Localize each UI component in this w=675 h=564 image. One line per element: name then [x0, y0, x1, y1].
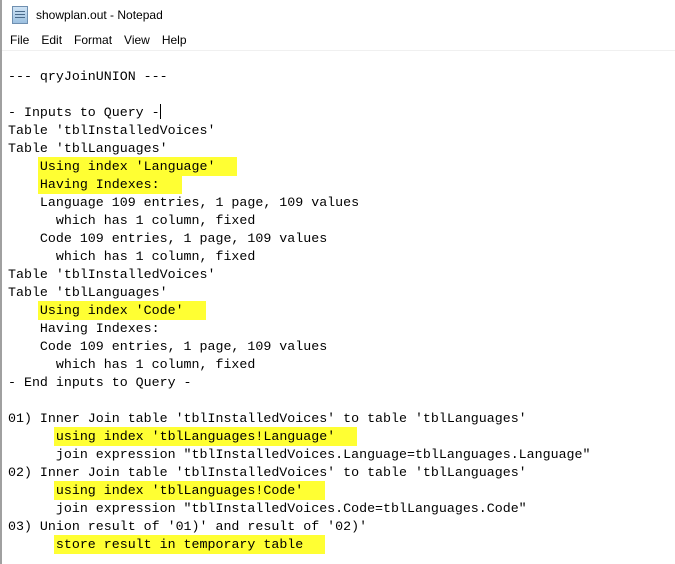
text-caret [159, 104, 161, 119]
line-text: Language 109 entries, 1 page, 109 values [8, 195, 360, 210]
text-line: - Inputs to Query - [8, 104, 675, 122]
text-line: Table 'tblInstalledVoices' [8, 122, 675, 140]
text-line: join expression "tblInstalledVoices.Code… [8, 500, 675, 518]
text-line: Code 109 entries, 1 page, 109 values [8, 230, 675, 248]
line-text: Table 'tblLanguages' [8, 141, 168, 156]
title-bar: showplan.out - Notepad [2, 0, 675, 30]
menu-format[interactable]: Format [74, 33, 112, 47]
line-text: which has 1 column, fixed [8, 213, 256, 228]
text-line: which has 1 column, fixed [8, 212, 675, 230]
text-line: Code 109 entries, 1 page, 109 values [8, 338, 675, 356]
menu-view[interactable]: View [124, 33, 150, 47]
text-line: --- qryJoinUNION --- [8, 68, 675, 86]
text-line: join expression "tblInstalledVoices.Lang… [8, 446, 675, 464]
text-line [8, 392, 675, 410]
text-line: Table 'tblInstalledVoices' [8, 266, 675, 284]
line-text: 02) Inner Join table 'tblInstalledVoices… [8, 465, 527, 480]
text-line: 01) Inner Join table 'tblInstalledVoices… [8, 410, 675, 428]
line-text: 03) Union result of '01)' and result of … [8, 519, 368, 534]
notepad-icon [12, 6, 28, 24]
line-text: 01) Inner Join table 'tblInstalledVoices… [8, 411, 527, 426]
text-line: - End inputs to Query - [8, 374, 675, 392]
line-text: - Inputs to Query - [8, 105, 160, 120]
line-text: Table 'tblInstalledVoices' [8, 123, 216, 138]
highlighted-text: Using index 'Language' [37, 157, 238, 176]
window-title: showplan.out - Notepad [36, 8, 163, 22]
text-line: Table 'tblLanguages' [8, 284, 675, 302]
line-text: Having Indexes: [8, 321, 160, 336]
text-line: 02) Inner Join table 'tblInstalledVoices… [8, 464, 675, 482]
notepad-window: showplan.out - Notepad File Edit Format … [0, 0, 675, 564]
text-editor[interactable]: --- qryJoinUNION --- - Inputs to Query - T… [8, 50, 675, 564]
text-line: Using index 'Code' [8, 301, 675, 320]
line-text: Table 'tblInstalledVoices' [8, 267, 216, 282]
text-line: which has 1 column, fixed [8, 356, 675, 374]
text-line: 03) Union result of '01)' and result of … [8, 518, 675, 536]
menu-help[interactable]: Help [162, 33, 187, 47]
text-line: which has 1 column, fixed [8, 248, 675, 266]
text-line: using index 'tblLanguages!Language' [8, 427, 675, 446]
highlighted-text: Having Indexes: [37, 175, 182, 194]
line-text: - End inputs to Query - [8, 375, 192, 390]
text-line: Table 'tblLanguages' [8, 140, 675, 158]
line-text: --- qryJoinUNION --- [8, 69, 168, 84]
text-line: Having Indexes: [8, 320, 675, 338]
text-line: using index 'tblLanguages!Code' [8, 481, 675, 500]
line-text: join expression "tblInstalledVoices.Lang… [8, 447, 591, 462]
menu-bar: File Edit Format View Help [2, 30, 675, 51]
menu-file[interactable]: File [10, 33, 29, 47]
line-text: Code 109 entries, 1 page, 109 values [8, 339, 328, 354]
line-text: join expression "tblInstalledVoices.Code… [8, 501, 527, 516]
text-line: Using index 'Language' [8, 157, 675, 176]
line-text: Code 109 entries, 1 page, 109 values [8, 231, 328, 246]
text-line: Having Indexes: [8, 175, 675, 194]
highlighted-text: using index 'tblLanguages!Language' [53, 427, 358, 446]
line-text: Table 'tblLanguages' [8, 285, 168, 300]
highlighted-text: store result in temporary table [53, 535, 326, 554]
menu-edit[interactable]: Edit [41, 33, 62, 47]
highlighted-text: Using index 'Code' [37, 301, 206, 320]
text-line: store result in temporary table [8, 535, 675, 554]
text-line: Language 109 entries, 1 page, 109 values [8, 194, 675, 212]
line-text: which has 1 column, fixed [8, 249, 256, 264]
line-text: which has 1 column, fixed [8, 357, 256, 372]
text-line [8, 86, 675, 104]
highlighted-text: using index 'tblLanguages!Code' [53, 481, 326, 500]
